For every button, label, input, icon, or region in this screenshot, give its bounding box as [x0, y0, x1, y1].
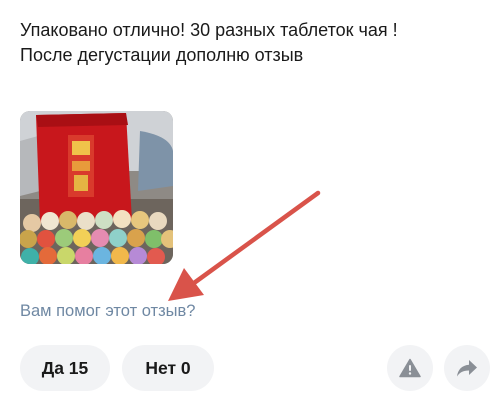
review-text-line-2: После дегустации дополню отзыв [20, 45, 304, 65]
warning-icon [399, 358, 421, 378]
share-button[interactable] [444, 345, 490, 391]
review-photo-image [20, 111, 173, 264]
helpful-question: Вам помог этот отзыв? [20, 302, 196, 320]
report-button[interactable] [387, 345, 433, 391]
review-text-line-1: Упаковано отлично! 30 разных таблеток ча… [20, 20, 398, 40]
share-arrow-icon [457, 360, 477, 377]
helpful-yes-button[interactable]: Да 15 [20, 345, 110, 391]
review-photo[interactable] [20, 111, 173, 264]
review-text: Упаковано отлично! 30 разных таблеток ча… [20, 18, 490, 68]
helpful-no-button[interactable]: Нет 0 [122, 345, 214, 391]
